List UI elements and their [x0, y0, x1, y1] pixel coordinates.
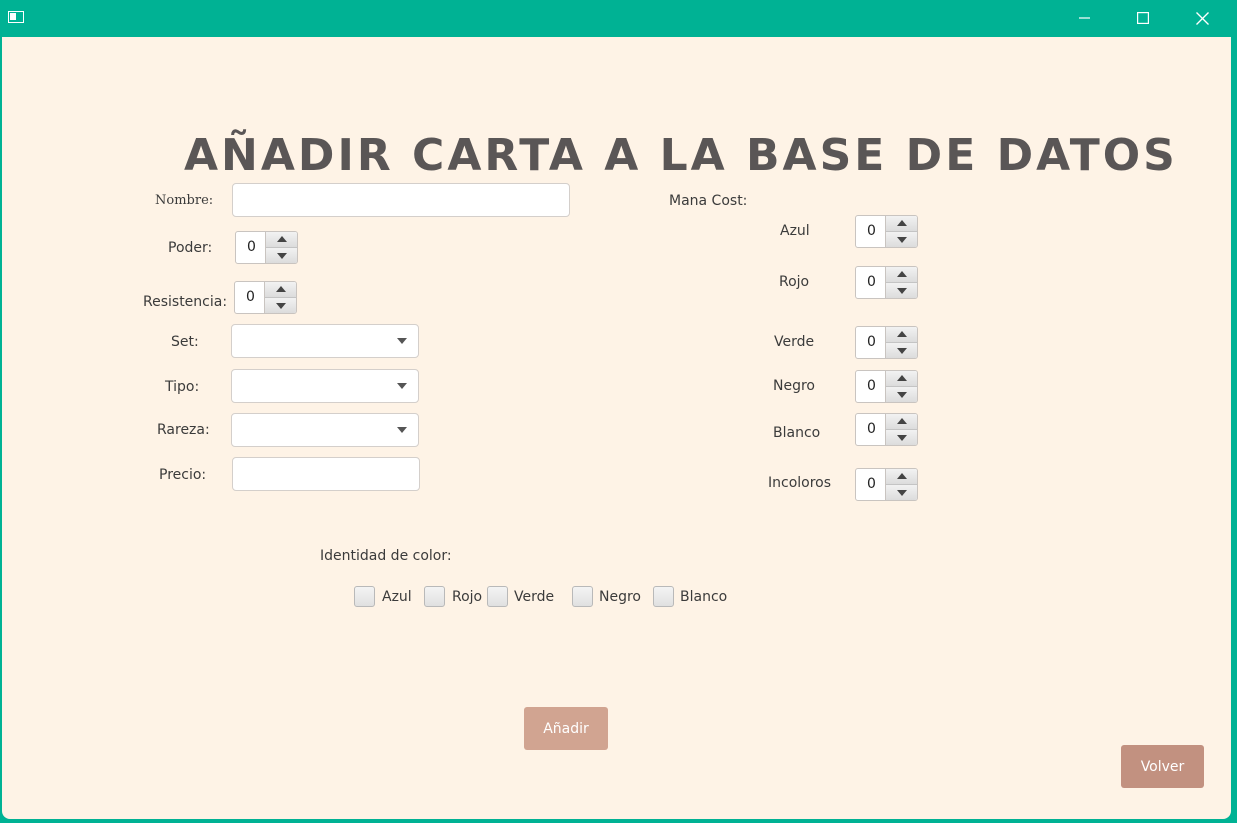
tipo-combobox[interactable]: [231, 369, 419, 403]
nombre-label: Nombre:: [155, 193, 214, 208]
set-combobox[interactable]: [231, 324, 419, 358]
mana-azul-increment-button[interactable]: [886, 216, 917, 232]
identity-azul-label[interactable]: Azul: [382, 588, 412, 606]
close-icon: [1195, 11, 1209, 25]
mana-azul-value[interactable]: 0: [856, 216, 887, 247]
add-button[interactable]: Añadir: [524, 707, 608, 750]
identity-azul-checkbox[interactable]: [354, 586, 375, 607]
mana-verde-label: Verde: [774, 334, 815, 350]
app-window: AÑADIR CARTA A LA BASE DE DATOS Nombre: …: [2, 37, 1231, 819]
mana-azul-decrement-button[interactable]: [886, 232, 917, 247]
mana-rojo-label: Rojo: [779, 274, 810, 290]
mana-verde-value[interactable]: 0: [856, 327, 887, 358]
poder-increment-button[interactable]: [266, 232, 297, 248]
close-button[interactable]: [1173, 0, 1231, 36]
identity-blanco-label[interactable]: Blanco: [680, 588, 727, 606]
maximize-icon: [1137, 12, 1149, 24]
mana-incoloros-value[interactable]: 0: [856, 469, 887, 500]
mana-blanco-value[interactable]: 0: [856, 414, 887, 445]
poder-value[interactable]: 0: [236, 232, 267, 263]
mana-blanco-label: Blanco: [773, 425, 821, 441]
resistencia-spinner[interactable]: 0: [234, 281, 297, 314]
resistencia-decrement-button[interactable]: [265, 298, 296, 313]
mana-azul-label: Azul: [780, 223, 810, 239]
identity-negro-label[interactable]: Negro: [599, 588, 641, 606]
precio-label: Precio:: [159, 467, 207, 483]
mana-incoloros-decrement-button[interactable]: [886, 485, 917, 500]
mana-azul-spinner[interactable]: 0: [855, 215, 918, 248]
minimize-icon: [1079, 17, 1090, 19]
poder-spinner[interactable]: 0: [235, 231, 298, 264]
minimize-button[interactable]: [1056, 0, 1114, 36]
mana-verde-spinner[interactable]: 0: [855, 326, 918, 359]
chevron-down-icon: [397, 427, 407, 433]
mana-negro-label: Negro: [773, 378, 815, 394]
rareza-label: Rareza:: [157, 422, 210, 438]
set-label: Set:: [171, 334, 199, 350]
mana-verde-increment-button[interactable]: [886, 327, 917, 343]
identity-verde-checkbox[interactable]: [487, 586, 508, 607]
mana-rojo-value[interactable]: 0: [856, 267, 887, 298]
identity-rojo-label[interactable]: Rojo: [452, 588, 482, 606]
identity-negro-checkbox[interactable]: [572, 586, 593, 607]
maximize-button[interactable]: [1114, 0, 1172, 36]
mana-blanco-decrement-button[interactable]: [886, 430, 917, 445]
chevron-down-icon: [397, 383, 407, 389]
resistencia-label: Resistencia:: [143, 294, 228, 310]
mana-rojo-decrement-button[interactable]: [886, 283, 917, 298]
mana-negro-increment-button[interactable]: [886, 371, 917, 387]
identity-verde-label[interactable]: Verde: [514, 588, 554, 606]
mana-rojo-increment-button[interactable]: [886, 267, 917, 283]
page-title: AÑADIR CARTA A LA BASE DE DATOS: [184, 130, 1178, 181]
nombre-input[interactable]: [232, 183, 570, 217]
identity-blanco-checkbox[interactable]: [653, 586, 674, 607]
mana-negro-decrement-button[interactable]: [886, 387, 917, 402]
mana-blanco-increment-button[interactable]: [886, 414, 917, 430]
poder-decrement-button[interactable]: [266, 248, 297, 263]
mana-negro-spinner[interactable]: 0: [855, 370, 918, 403]
mana-verde-decrement-button[interactable]: [886, 343, 917, 358]
mana-incoloros-spinner[interactable]: 0: [855, 468, 918, 501]
mana-negro-value[interactable]: 0: [856, 371, 887, 402]
color-identity-label: Identidad de color:: [320, 548, 452, 564]
mana-cost-label: Mana Cost:: [669, 193, 748, 209]
mana-blanco-spinner[interactable]: 0: [855, 413, 918, 446]
mana-incoloros-increment-button[interactable]: [886, 469, 917, 485]
app-icon: [8, 11, 24, 23]
precio-input[interactable]: [232, 457, 420, 491]
chevron-down-icon: [397, 338, 407, 344]
mana-incoloros-label: Incoloros: [768, 475, 832, 491]
poder-label: Poder:: [168, 240, 213, 256]
rareza-combobox[interactable]: [231, 413, 419, 447]
tipo-label: Tipo:: [165, 379, 200, 395]
identity-rojo-checkbox[interactable]: [424, 586, 445, 607]
back-button[interactable]: Volver: [1121, 745, 1204, 788]
mana-rojo-spinner[interactable]: 0: [855, 266, 918, 299]
title-bar: [0, 0, 1237, 37]
resistencia-value[interactable]: 0: [235, 282, 266, 313]
resistencia-increment-button[interactable]: [265, 282, 296, 298]
